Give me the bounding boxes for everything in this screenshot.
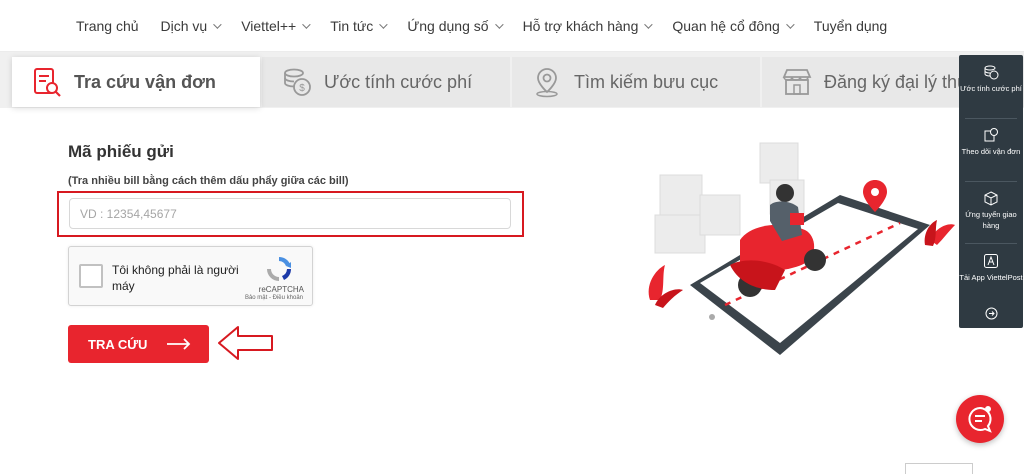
sidebar-item-tracking[interactable]: Theo dõi vận đơn: [959, 127, 1023, 157]
shop-icon: [782, 69, 812, 95]
arrow-right-icon: [167, 338, 191, 350]
chevron-down-icon: [785, 19, 795, 29]
tab-label: Tìm kiếm bưu cục: [574, 71, 719, 92]
tab-label: Tra cứu vận đơn: [74, 71, 216, 92]
recaptcha-label: Tôi không phải là người máy: [112, 263, 239, 293]
tab-find-post-office[interactable]: Tìm kiếm bưu cục: [512, 57, 760, 107]
form-title: Mã phiếu gửi: [68, 142, 174, 161]
recaptcha-checkbox[interactable]: [79, 264, 103, 288]
pointer-arrow-icon: [218, 326, 273, 360]
search-button[interactable]: TRA CỨU: [68, 325, 209, 363]
chat-button[interactable]: [956, 395, 1004, 443]
chevron-down-icon: [302, 19, 311, 29]
divider: [965, 243, 1017, 244]
delivery-scooter-illustration: [648, 142, 955, 355]
nav-label: Quan hệ cổ đông: [672, 17, 780, 34]
nav-label: Dịch vụ: [160, 17, 208, 34]
bottom-widget-edge: [905, 463, 973, 474]
nav-item-viettel-plus[interactable]: Viettel++: [241, 17, 311, 34]
service-tabs: Tra cứu vận đơn $ Ước tính cước phí Tìm …: [0, 52, 1024, 108]
app-store-icon: [984, 254, 998, 268]
svg-text:$: $: [299, 83, 305, 94]
recaptcha-logo-icon: [267, 256, 292, 281]
nav-label: Trang chủ: [76, 17, 139, 34]
page: Trang chủ Dịch vụ Viettel++ Tin tức Ứng …: [0, 0, 1024, 474]
nav-item-investor-relations[interactable]: Quan hệ cổ đông: [672, 17, 795, 34]
nav-label: Ứng dụng số: [407, 17, 489, 34]
top-nav: Trang chủ Dịch vụ Viettel++ Tin tức Ứng …: [0, 0, 1024, 52]
coins-icon: [984, 65, 999, 80]
quick-access-sidebar: Ước tính cước phí Theo dõi vận đơn Ứng t…: [959, 55, 1023, 328]
tab-tracking[interactable]: Tra cứu vận đơn: [12, 57, 260, 107]
tab-fee-estimate[interactable]: $ Ước tính cước phí: [262, 57, 510, 107]
sidebar-item-label: Ước tính cước phí: [960, 84, 1022, 93]
form-hint: (Tra nhiều bill bằng cách thêm dấu phẩy …: [68, 175, 349, 187]
divider: [965, 181, 1017, 182]
nav-label: Tin tức: [330, 17, 374, 34]
chevron-down-icon: [644, 19, 654, 29]
nav-label: Viettel++: [241, 17, 297, 34]
nav-label: Tuyển dụng: [813, 17, 888, 34]
recaptcha-widget: Tôi không phải là người máy reCAPTCHA Bả…: [68, 246, 313, 306]
package-icon: [984, 191, 998, 206]
nav-item-support[interactable]: Hỗ trợ khách hàng: [522, 17, 654, 34]
sidebar-item-label: Theo dõi vận đơn: [961, 147, 1021, 156]
tab-label: Ước tính cước phí: [324, 71, 473, 92]
sidebar-item-label: Tải App ViettelPost: [959, 273, 1023, 282]
location-pin-icon: [536, 68, 558, 98]
nav-label: Hỗ trợ khách hàng: [522, 17, 639, 34]
chevron-down-icon: [494, 19, 504, 29]
bill-code-input[interactable]: [69, 198, 511, 229]
coins-icon: $: [284, 68, 311, 96]
sidebar-item-label: Ứng tuyển giao hàng: [965, 210, 1017, 230]
sidebar-item-fee-estimate[interactable]: Ước tính cước phí: [959, 64, 1023, 94]
tracking-icon: [984, 128, 998, 142]
chevron-down-icon: [213, 19, 222, 29]
arrow-circle-right-icon[interactable]: [985, 307, 998, 320]
recaptcha-links[interactable]: Bảo mật - Điều khoản: [245, 295, 303, 301]
nav-item-news[interactable]: Tin tức: [330, 17, 388, 34]
sidebar-item-download-app[interactable]: Tải App ViettelPost: [959, 253, 1023, 283]
nav-item-digital-apps[interactable]: Ứng dụng số: [407, 17, 504, 34]
nav-item-home[interactable]: Trang chủ: [76, 18, 139, 34]
chat-icon: [968, 406, 992, 433]
divider: [965, 118, 1017, 119]
recaptcha-brand: reCAPTCHA: [258, 285, 304, 294]
nav-item-careers[interactable]: Tuyển dụng: [814, 18, 887, 34]
chevron-down-icon: [379, 19, 388, 29]
nav-item-services[interactable]: Dịch vụ: [160, 17, 222, 34]
tracking-search-icon: [34, 68, 61, 97]
sidebar-item-delivery-jobs[interactable]: Ứng tuyển giao hàng: [959, 190, 1023, 231]
search-button-label: TRA CỨU: [88, 336, 148, 352]
